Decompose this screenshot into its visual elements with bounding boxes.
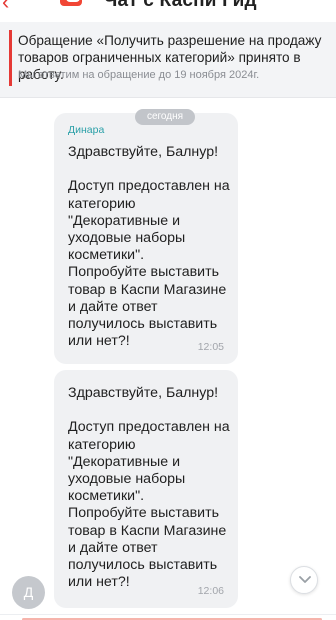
message-time: 12:06 bbox=[197, 585, 224, 597]
scroll-down-button[interactable] bbox=[290, 566, 318, 594]
message-sender: Динара bbox=[68, 124, 105, 136]
message-bubble[interactable]: Динара Здравствуйте, Балнур! Доступ пред… bbox=[54, 113, 238, 364]
kaspi-bag-icon bbox=[60, 0, 82, 6]
chevron-down-icon bbox=[299, 576, 311, 583]
message-input-bar[interactable] bbox=[0, 614, 336, 620]
notice-deadline: Мы ответим на обращение до 19 ноября 202… bbox=[18, 69, 260, 81]
back-arrow-icon[interactable]: ‹ bbox=[2, 0, 9, 13]
chat-header: ‹ Чат с Каспи Гид bbox=[0, 0, 336, 22]
message-text: Здравствуйте, Балнур! Доступ предоставле… bbox=[68, 144, 230, 350]
chat-title: Чат с Каспи Гид bbox=[104, 0, 257, 11]
avatar: Д bbox=[12, 576, 45, 609]
chat-area[interactable]: Динара Здравствуйте, Балнур! Доступ пред… bbox=[0, 98, 336, 620]
request-notice: Обращение «Получить разрешение на продаж… bbox=[0, 22, 336, 98]
message-text: Здравствуйте, Балнур! Доступ предоставле… bbox=[68, 385, 230, 591]
message-time: 12:05 bbox=[197, 341, 224, 353]
date-separator: сегодня bbox=[135, 109, 195, 125]
message-bubble[interactable]: Здравствуйте, Балнур! Доступ предоставле… bbox=[54, 370, 238, 608]
